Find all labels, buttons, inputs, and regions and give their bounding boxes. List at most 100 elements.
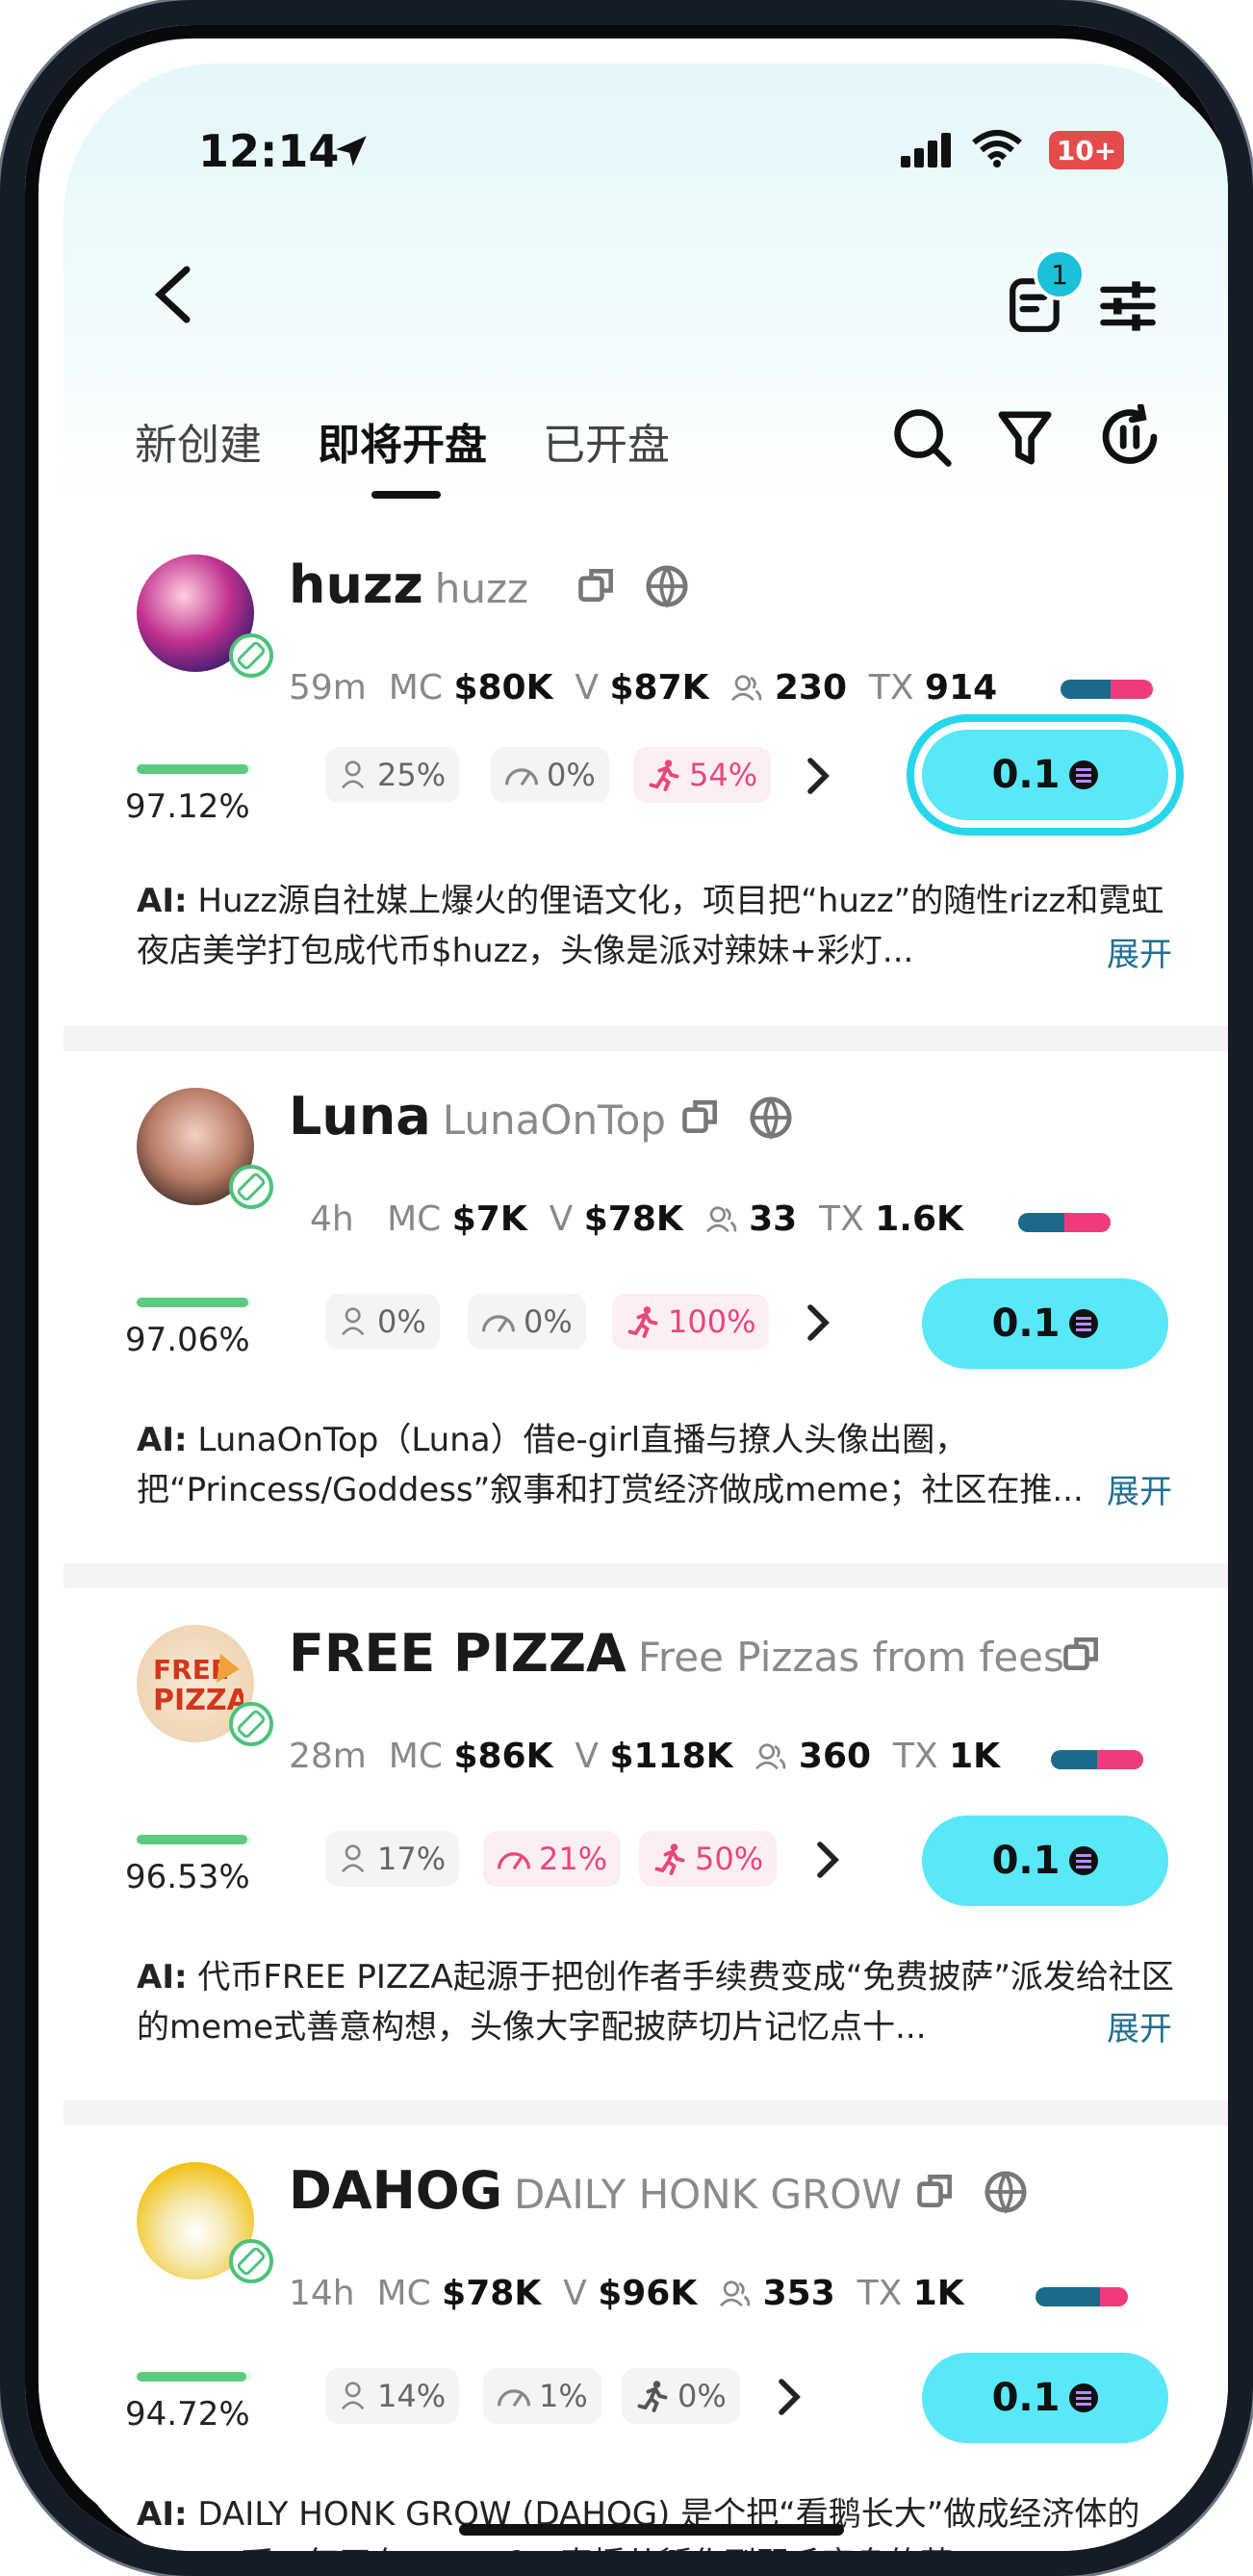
market-cap: $78K <box>442 2274 542 2313</box>
sniper-chip[interactable]: 0% <box>468 1294 586 1350</box>
pill-icon <box>235 639 268 672</box>
bonding-progress-fill <box>137 2372 246 2382</box>
status-time: 12:14 <box>198 125 340 177</box>
holders-count: 360 <box>798 1737 872 1776</box>
bonding-progress-text: 96.53% <box>125 1858 250 1896</box>
bonding-progress-text: 97.06% <box>125 1321 250 1359</box>
pill-icon <box>235 2245 268 2278</box>
ai-summary: AI: LunaOnTop（Luna）借e-girl直播与撩人头像出圈，把“Pr… <box>137 1415 1176 1515</box>
battery-icon: 10+ <box>1049 131 1124 169</box>
volume-label: V <box>549 1199 574 1239</box>
settings-sliders-icon[interactable] <box>1097 275 1159 337</box>
sniper-chip[interactable]: 0% <box>491 747 609 803</box>
token-ticker: huzz <box>434 565 529 612</box>
tx-count: 1K <box>912 2274 964 2313</box>
globe-icon[interactable] <box>645 564 689 608</box>
notification-badge: 1 <box>1034 248 1086 300</box>
pill-icon <box>235 1708 268 1740</box>
copy-icon[interactable] <box>914 2170 957 2212</box>
filter-icon[interactable] <box>995 406 1055 470</box>
tab-upcoming[interactable]: 即将开盘 <box>318 410 487 472</box>
launch-badge <box>229 1702 273 1746</box>
chevron-right-icon[interactable] <box>805 1303 831 1342</box>
token-name: Luna LunaOnTop <box>289 1086 666 1146</box>
copy-icon[interactable] <box>679 1095 722 1138</box>
expand-link[interactable]: 展开 <box>1101 2539 1172 2551</box>
pizza-logo-icon: FREEPIZZA <box>153 1654 243 1717</box>
bonding-progress-text: 94.72% <box>125 2395 250 2434</box>
ai-summary-text: 代币FREE PIZZA起源于把创作者手续费变成“免费披萨”派发给社区的meme… <box>137 1958 1174 2047</box>
nav-row: 1 <box>64 246 1228 333</box>
tab-launched[interactable]: 已开盘 <box>543 410 670 472</box>
holders-count: 33 <box>749 1199 798 1239</box>
pause-refresh-icon[interactable] <box>1097 404 1163 470</box>
globe-icon[interactable] <box>749 1095 793 1140</box>
back-icon[interactable] <box>152 266 194 323</box>
holders-icon <box>720 2280 751 2307</box>
ai-label: AI: <box>137 882 188 920</box>
quick-buy-button[interactable]: 0.1 <box>922 1278 1168 1369</box>
dev-hold-chip[interactable]: 14% <box>325 2368 460 2424</box>
token-card[interactable]: DAHOG DAILY HONK GROW 14h MC $78K V $96K … <box>64 2125 1228 2551</box>
token-stats: 4h MC $7K V $78K 33 TX 1.6K <box>310 1199 963 1239</box>
quick-buy-button[interactable]: 0.1 <box>922 2353 1168 2443</box>
bonding-progress-fill <box>137 1298 249 1307</box>
volume-label: V <box>575 668 600 708</box>
chevron-right-icon[interactable] <box>776 2378 803 2416</box>
token-ticker: DAILY HONK GROW <box>514 2171 902 2218</box>
gauge-icon <box>504 768 539 786</box>
volume: $78K <box>583 1199 683 1239</box>
sniper-chip[interactable]: 21% <box>483 1831 622 1887</box>
token-stats: 14h MC $78K V $96K 353 TX 1K <box>289 2274 964 2313</box>
bonding-progress-bar <box>137 2372 252 2382</box>
token-card[interactable]: Luna LunaOnTop 4h MC $7K V $78K 33 TX 1.6… <box>64 1051 1228 1563</box>
pill-icon <box>235 1171 268 1203</box>
token-name: DAHOG DAILY HONK GROW <box>289 2160 902 2221</box>
runner-chip[interactable]: 0% <box>622 2368 740 2424</box>
runner-chip[interactable]: 50% <box>639 1831 778 1887</box>
tx-count: 1.6K <box>875 1199 963 1239</box>
tab-new[interactable]: 新创建 <box>135 410 262 472</box>
bonding-progress-bar <box>137 1298 252 1307</box>
active-tab-indicator <box>371 491 441 499</box>
holders-count: 230 <box>774 668 848 708</box>
runner-chip[interactable]: 54% <box>633 747 772 803</box>
token-ticker: LunaOnTop <box>442 1096 666 1144</box>
quick-buy-button[interactable]: 0.1 <box>922 1816 1168 1906</box>
holders-icon <box>755 1743 786 1770</box>
runner-chip[interactable]: 100% <box>612 1294 770 1350</box>
dev-hold-chip[interactable]: 25% <box>325 747 460 803</box>
ai-summary: AI: 代币FREE PIZZA起源于把创作者手续费变成“免费披萨”派发给社区的… <box>137 1952 1176 2052</box>
token-card[interactable]: huzz huzz 59m MC $80K V $87K 230 TX 914 9… <box>64 516 1228 1026</box>
tx-label: TX <box>868 668 914 708</box>
copy-icon[interactable] <box>1061 1633 1103 1675</box>
token-age: 4h <box>310 1199 354 1239</box>
globe-icon[interactable] <box>984 2170 1028 2214</box>
ai-summary: AI: Huzz源自社媒上爆火的俚语文化，项目把“huzz”的随性rizz和霓虹… <box>137 876 1176 976</box>
card-separator <box>64 1563 1228 1588</box>
chevron-right-icon[interactable] <box>805 757 831 795</box>
person-icon <box>341 2382 365 2410</box>
running-person-icon <box>649 760 679 791</box>
expand-link[interactable]: 展开 <box>1101 928 1172 975</box>
expand-link[interactable]: 展开 <box>1101 2002 1172 2049</box>
solana-icon <box>1069 760 1099 789</box>
copy-icon[interactable] <box>575 564 618 606</box>
search-icon[interactable] <box>891 406 955 470</box>
holders-icon <box>705 1206 736 1233</box>
chevron-right-icon[interactable] <box>814 1841 841 1879</box>
dev-hold-chip[interactable]: 0% <box>325 1294 440 1350</box>
launch-badge <box>229 633 273 678</box>
ai-label: AI: <box>137 1421 188 1459</box>
sniper-chip[interactable]: 1% <box>483 2368 601 2424</box>
gauge-icon <box>497 2389 531 2408</box>
token-card[interactable]: FREE PIZZA FREE PIZZA Free Pizzas from fee… <box>64 1588 1228 2100</box>
solana-icon <box>1069 1846 1099 1875</box>
app-screen: 12:14 10+ 1 新创建 即将开盘 已开盘 huzz huzz 59m M… <box>64 64 1228 2551</box>
quick-buy-button[interactable]: 0.1 <box>922 730 1168 820</box>
home-indicator[interactable] <box>459 2524 844 2536</box>
expand-link[interactable]: 展开 <box>1101 1465 1172 1512</box>
dev-hold-chip[interactable]: 17% <box>325 1831 460 1887</box>
solana-icon <box>1069 2383 1099 2412</box>
signal-icon <box>901 133 951 167</box>
